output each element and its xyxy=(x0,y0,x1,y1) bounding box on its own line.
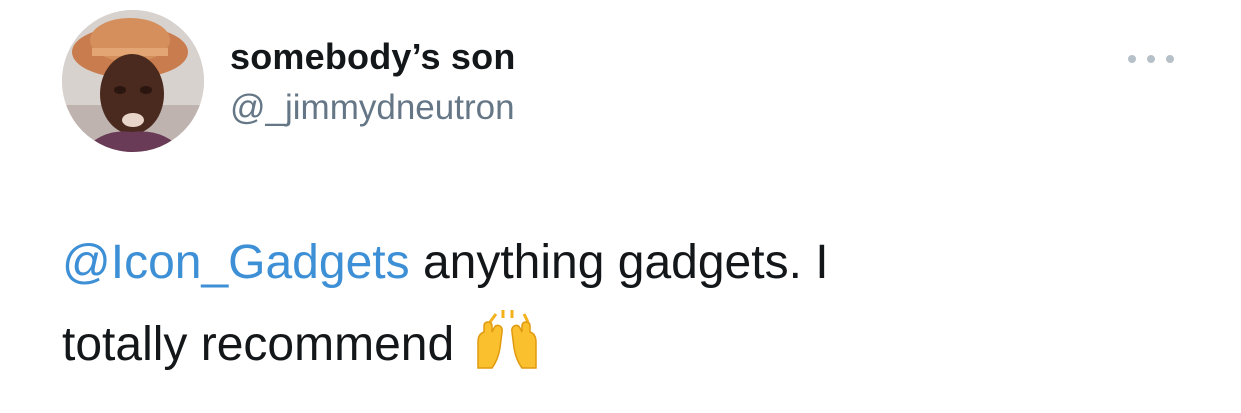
raising-hands-emoji xyxy=(470,308,544,370)
handle[interactable]: @_jimmydneutron xyxy=(230,88,515,128)
ellipsis-icon xyxy=(1128,55,1136,63)
display-name[interactable]: somebody’s son xyxy=(230,36,516,78)
tweet-text: @Icon_Gadgets anything gadgets. I totall… xyxy=(62,222,1162,386)
mention-link[interactable]: @Icon_Gadgets xyxy=(62,236,410,289)
avatar[interactable] xyxy=(62,10,204,152)
avatar-photo xyxy=(62,10,204,152)
tweet-text-line2: totally recommend xyxy=(62,318,455,371)
more-options-button[interactable] xyxy=(1128,46,1174,72)
tweet-text-line1: anything gadgets. I xyxy=(409,236,829,289)
ellipsis-icon xyxy=(1147,55,1155,63)
ellipsis-icon xyxy=(1166,55,1174,63)
tweet-card: somebody’s son @_jimmydneutron @Icon_Gad… xyxy=(0,0,1241,413)
